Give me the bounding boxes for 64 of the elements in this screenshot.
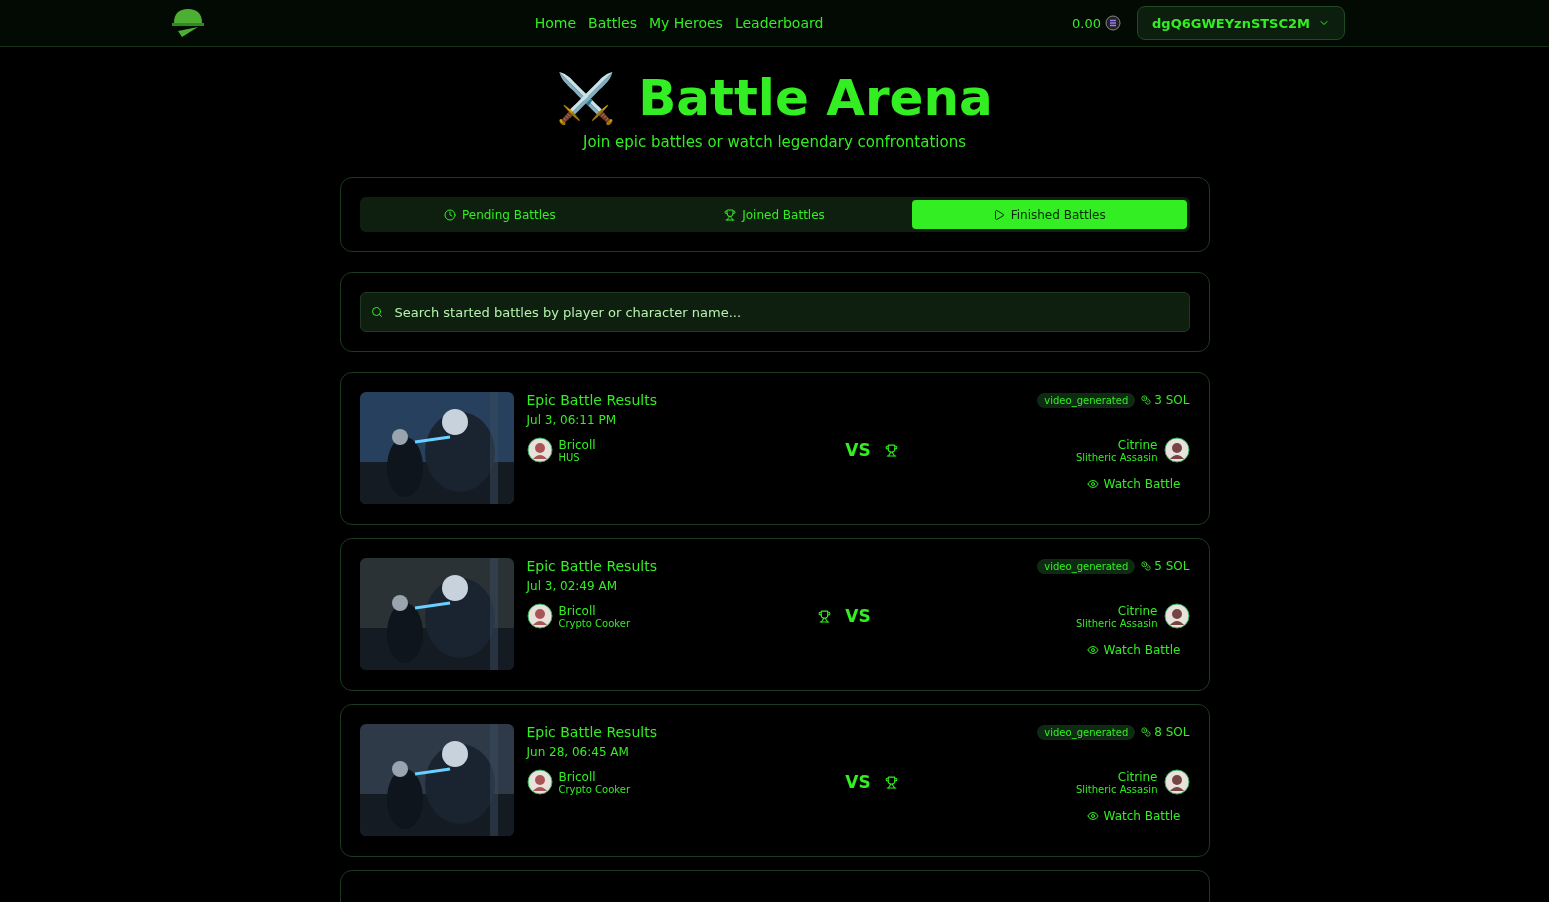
trophy-icon [724,208,737,221]
prize: 3 SOL [1154,393,1190,407]
player-avatar [526,437,553,463]
clock-icon [443,208,456,221]
prize: 8 SOL [1154,725,1190,739]
character-name: HUS [558,451,581,463]
player-avatar [526,603,553,629]
status-badge: video_generated [1037,724,1136,740]
page-title: Battle Arena [638,69,993,127]
battle-title: Epic Battle Results [526,392,657,408]
search-input[interactable]: Search started battles by player or character name... [392,303,1179,321]
character-name: Slitheric Assasin [1075,783,1158,795]
nav-link[interactable]: Battles [588,15,638,31]
player-avatar [1163,603,1190,629]
prize: 5 SOL [1154,559,1190,573]
page-subtitle: Join epic battles or watch legendary confrontations [583,133,966,151]
character-name: Crypto Cooker [558,783,630,795]
trophy-icon [884,443,898,457]
character-name: Slitheric Assasin [1075,451,1158,463]
battle-date: Jul 3, 06:11 PM [526,413,618,427]
watch-battle-link[interactable]: Watch Battle [1086,477,1181,491]
player-avatar [526,769,553,795]
status-badge: video_generated [1037,392,1136,408]
watch-battle-link[interactable]: Watch Battle [1086,809,1181,823]
wallet-button[interactable]: dgQ6GWEYznSTSC2M [1137,6,1345,40]
player-name: Citrine [1116,603,1158,618]
coin-icon [1105,15,1122,31]
battle-date: Jun 28, 06:45 AM [526,745,630,759]
player-name: Citrine [1116,769,1158,784]
vs-label: VS [845,606,871,626]
battle-title: Epic Battle Results [526,558,657,574]
vs-label: VS [845,440,871,460]
trophy-icon [884,775,898,789]
coins-icon [1141,561,1152,571]
balance: 0.00 [1072,15,1102,31]
battle-date: Jul 3, 02:49 AM [526,579,618,593]
crossed-swords-icon: ⚔ [556,69,617,127]
nav-link[interactable]: Leaderboard [734,15,824,31]
watch-battle-link[interactable]: Watch Battle [1086,643,1181,657]
player-avatar [1163,769,1190,795]
nav-link[interactable]: Home [534,15,577,31]
coins-icon [1141,727,1152,737]
search-field[interactable]: Search started battles by player or character name... [359,292,1190,332]
play-icon [992,208,1005,221]
eye-icon [1086,478,1099,490]
tab[interactable]: Finished Battles [911,200,1187,229]
player-name: Bricoll [558,603,597,618]
coins-icon [1141,395,1152,405]
vs-label: VS [845,772,871,792]
trophy-icon [818,609,832,623]
tab[interactable]: Joined Battles [637,200,912,229]
nav-link[interactable]: My Heroes [649,15,723,31]
character-name: Slitheric Assasin [1075,617,1158,629]
player-name: Citrine [1116,437,1158,452]
battle-title: Epic Battle Results [526,724,657,740]
tab[interactable]: Pending Battles [362,200,638,229]
character-name: Crypto Cooker [558,617,630,629]
search-icon [370,306,383,318]
eye-icon [1086,810,1099,822]
player-avatar [1163,437,1190,463]
player-name: Bricoll [558,769,597,784]
player-name: Bricoll [558,437,596,452]
eye-icon [1086,644,1099,656]
status-badge: video_generated [1037,558,1136,574]
